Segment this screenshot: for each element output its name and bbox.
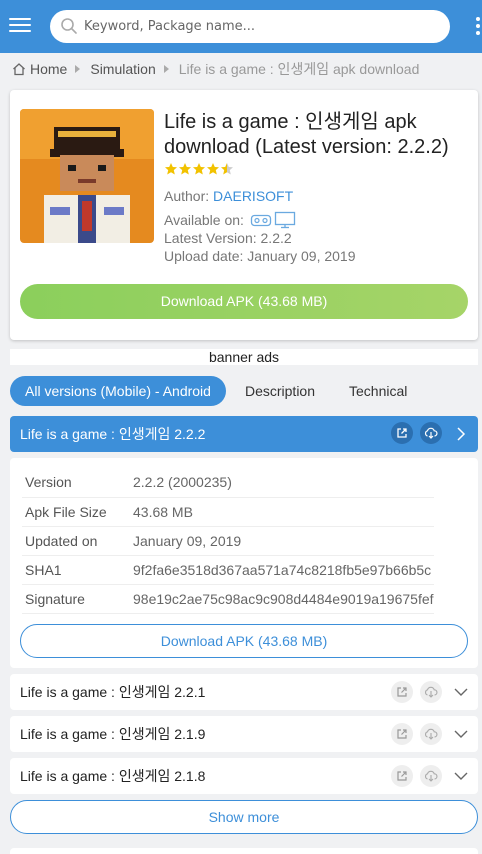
external-link-icon[interactable] — [391, 422, 413, 444]
cloud-download-icon[interactable] — [420, 723, 442, 745]
upload-date-line: Upload date: January 09, 2019 — [164, 248, 356, 264]
app-title: Life is a game : 인생게임 apk download (Late… — [164, 111, 449, 158]
chevron-down-icon[interactable] — [453, 768, 469, 784]
author-line: Author: DAERISOFT — [164, 188, 293, 204]
external-link-icon[interactable] — [391, 681, 413, 703]
breadcrumb-separator-icon — [163, 65, 169, 73]
breadcrumb-home[interactable]: Home — [30, 61, 67, 77]
version-row-expanded[interactable]: Life is a game : 인생게임 2.2.2 — [10, 416, 478, 452]
version-details-table: Version 2.2.2 (2000235) Apk File Size 43… — [22, 468, 434, 614]
detail-value: 2.2.2 (2000235) — [128, 468, 434, 498]
star-full-icon — [207, 163, 219, 175]
chevron-down-icon[interactable] — [453, 726, 469, 742]
version-title: Life is a game : 인생게임 2.1.9 — [20, 726, 206, 742]
latest-version-line: Latest Version: 2.2.2 — [164, 230, 292, 246]
vr-headset-icon — [250, 214, 272, 227]
author-label: Author: — [164, 188, 210, 204]
next-section-edge — [10, 848, 478, 854]
table-row: Apk File Size 43.68 MB — [22, 497, 434, 527]
hamburger-menu-icon[interactable] — [8, 14, 32, 38]
version-title: Life is a game : 인생게임 2.2.2 — [20, 426, 206, 442]
search-input[interactable] — [84, 10, 434, 43]
detail-key: Updated on — [22, 526, 128, 556]
breadcrumb-current: Life is a game : 인생게임 apk download — [178, 61, 420, 77]
cloud-download-icon[interactable] — [420, 681, 442, 703]
rating-stars — [164, 162, 234, 176]
top-bar — [0, 0, 482, 53]
show-more-button[interactable]: Show more — [10, 800, 478, 834]
table-row: Version 2.2.2 (2000235) — [22, 468, 434, 498]
app-icon — [20, 109, 154, 243]
upload-date-label: Upload date: — [164, 248, 244, 264]
tab-all-versions[interactable]: All versions (Mobile) - Android — [10, 376, 226, 406]
detail-value: January 09, 2019 — [128, 526, 434, 556]
breadcrumb-separator-icon — [75, 65, 81, 73]
version-title: Life is a game : 인생게임 2.2.1 — [20, 684, 206, 700]
detail-key: Apk File Size — [22, 497, 128, 527]
latest-version-label: Latest Version: — [164, 230, 257, 246]
cloud-download-icon[interactable] — [420, 765, 442, 787]
tab-technical[interactable]: Technical — [332, 376, 424, 406]
detail-value: 98e19c2ae75c98ac9c908d4484e9019a19675fef — [128, 584, 434, 614]
star-full-icon — [179, 163, 191, 175]
banner-ads: banner ads — [10, 349, 478, 365]
search-box[interactable] — [50, 10, 450, 43]
detail-key: SHA1 — [22, 555, 128, 585]
author-link[interactable]: DAERISOFT — [213, 188, 293, 204]
tab-description[interactable]: Description — [228, 376, 332, 406]
upload-date-value: January 09, 2019 — [247, 248, 356, 264]
search-icon — [61, 18, 77, 34]
version-row[interactable]: Life is a game : 인생게임 2.1.9 — [10, 716, 478, 752]
table-row: Updated on January 09, 2019 — [22, 526, 434, 556]
version-details-panel: Version 2.2.2 (2000235) Apk File Size 43… — [10, 458, 478, 668]
cloud-download-icon[interactable] — [420, 422, 442, 444]
table-row: Signature 98e19c2ae75c98ac9c908d4484e901… — [22, 584, 434, 614]
detail-value: 9f2fa6e3518d367aa571a74c8218fb5e97b66b5c — [128, 555, 434, 585]
breadcrumb-category[interactable]: Simulation — [90, 61, 155, 77]
app-info-card: Life is a game : 인생게임 apk download (Late… — [10, 90, 478, 340]
download-apk-button[interactable]: Download APK (43.68 MB) — [20, 284, 468, 319]
detail-key: Version — [22, 468, 128, 498]
version-row[interactable]: Life is a game : 인생게임 2.2.1 — [10, 674, 478, 710]
external-link-icon[interactable] — [391, 765, 413, 787]
detail-key: Signature — [22, 584, 128, 614]
more-options-icon[interactable] — [476, 17, 482, 37]
external-link-icon[interactable] — [391, 723, 413, 745]
available-label: Available on: — [164, 212, 244, 228]
star-full-icon — [193, 163, 205, 175]
version-row[interactable]: Life is a game : 인생게임 2.1.8 — [10, 758, 478, 794]
star-full-icon — [165, 163, 177, 175]
detail-value: 43.68 MB — [128, 497, 434, 527]
breadcrumb: Home Simulation Life is a game : 인생게임 ap… — [12, 60, 419, 78]
home-icon — [13, 63, 25, 76]
version-title: Life is a game : 인생게임 2.1.8 — [20, 768, 206, 784]
star-half-icon — [221, 163, 233, 175]
latest-version-value: 2.2.2 — [260, 230, 292, 246]
available-line: Available on: — [164, 211, 296, 229]
download-version-button[interactable]: Download APK (43.68 MB) — [20, 624, 468, 658]
chevron-right-icon[interactable] — [453, 426, 469, 442]
tab-bar: All versions (Mobile) - Android Descript… — [10, 376, 424, 406]
table-row: SHA1 9f2fa6e3518d367aa571a74c8218fb5e97b… — [22, 555, 434, 585]
tv-icon — [274, 211, 296, 229]
chevron-down-icon[interactable] — [453, 684, 469, 700]
